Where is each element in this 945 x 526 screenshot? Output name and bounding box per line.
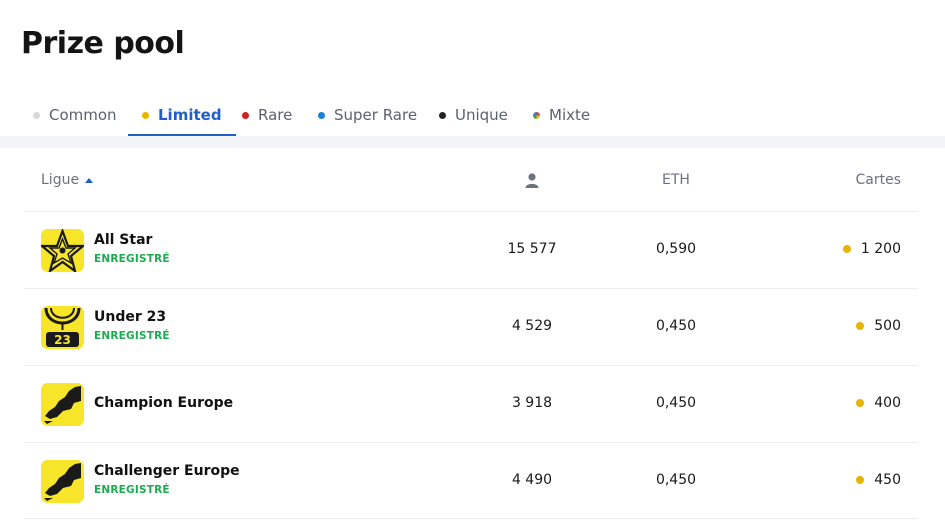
under23-logo-text: 23 xyxy=(54,333,71,347)
user-icon xyxy=(525,172,539,188)
table-row[interactable]: All Star ENREGISTRÉ 15 577 0,590 1 200 xyxy=(24,212,918,289)
prize-pool-table: Ligue ETH Cartes All Star ENREGISTRÉ 15 … xyxy=(24,148,918,519)
common-dot-icon xyxy=(33,111,40,119)
participants-count: 15 577 xyxy=(507,241,557,257)
tab-label: Common xyxy=(49,106,117,124)
users-column-header[interactable] xyxy=(524,148,540,212)
league-header-label: Ligue xyxy=(41,172,80,188)
eth-prize: 0,590 xyxy=(655,241,697,257)
under23-logo-icon: 23 xyxy=(41,306,84,349)
table-header: Ligue ETH Cartes xyxy=(24,148,918,212)
league-column-header[interactable]: Ligue xyxy=(41,148,94,212)
section-divider xyxy=(0,136,945,148)
tab-mixte[interactable]: Mixte xyxy=(533,94,590,136)
cards-count: 450 xyxy=(874,472,901,488)
league-name[interactable]: Champion Europe xyxy=(94,395,233,411)
eth-prize: 0,450 xyxy=(655,395,697,411)
rare-dot-icon xyxy=(242,111,249,119)
cards-count: 400 xyxy=(874,395,901,411)
super-rare-dot-icon xyxy=(318,111,325,119)
tab-label: Super Rare xyxy=(334,106,418,124)
tab-super-rare[interactable]: Super Rare xyxy=(318,94,417,136)
league-name[interactable]: Challenger Europe xyxy=(94,463,240,479)
limited-dot-icon xyxy=(856,322,865,330)
cards-prize: 450 xyxy=(856,472,901,488)
tab-label: Mixte xyxy=(549,106,591,124)
table-row[interactable]: 23 Under 23 ENREGISTRÉ 4 529 0,450 500 xyxy=(24,289,918,366)
league-name[interactable]: Under 23 xyxy=(94,309,166,325)
challenger-europe-logo xyxy=(41,460,84,503)
under-23-logo: 23 xyxy=(41,306,84,349)
page-title: Prize pool xyxy=(21,26,185,61)
registration-status: ENREGISTRÉ xyxy=(94,253,170,265)
eth-prize: 0,450 xyxy=(655,318,697,334)
all-star-logo xyxy=(41,229,84,272)
sort-ascending-icon xyxy=(85,177,94,183)
table-row[interactable]: Challenger Europe ENREGISTRÉ 4 490 0,450… xyxy=(24,443,918,519)
limited-dot-icon xyxy=(842,245,851,253)
tab-label: Unique xyxy=(455,106,508,124)
league-name[interactable]: All Star xyxy=(94,232,152,248)
cards-count: 1 200 xyxy=(860,241,901,257)
cards-count: 500 xyxy=(874,318,901,334)
cards-column-header[interactable]: Cartes xyxy=(855,148,901,212)
eth-column-header[interactable]: ETH xyxy=(654,148,698,212)
europe-map-logo-icon xyxy=(41,383,84,426)
champion-europe-logo xyxy=(41,383,84,426)
limited-dot-icon xyxy=(142,111,149,119)
tab-common[interactable]: Common xyxy=(33,94,117,136)
participants-count: 3 918 xyxy=(511,395,553,411)
mixte-dot-icon xyxy=(533,111,540,119)
registration-status: ENREGISTRÉ xyxy=(94,330,170,342)
table-row[interactable]: Champion Europe 3 918 0,450 400 xyxy=(24,366,918,443)
cards-prize: 500 xyxy=(856,318,901,334)
tab-limited[interactable]: Limited xyxy=(128,94,236,136)
tab-label: Rare xyxy=(258,106,293,124)
prize-pool-page: Prize pool Common Limited Rare Super Rar… xyxy=(0,0,945,526)
limited-dot-icon xyxy=(856,476,865,484)
star-logo-icon xyxy=(41,229,84,272)
cards-prize: 1 200 xyxy=(842,241,901,257)
unique-dot-icon xyxy=(439,111,446,119)
cards-prize: 400 xyxy=(856,395,901,411)
rarity-tabs: Common Limited Rare Super Rare Unique Mi… xyxy=(0,94,945,136)
limited-dot-icon xyxy=(856,399,865,407)
europe-map-logo-icon xyxy=(41,460,84,503)
tab-rare[interactable]: Rare xyxy=(242,94,292,136)
registration-status: ENREGISTRÉ xyxy=(94,484,170,496)
tab-unique[interactable]: Unique xyxy=(439,94,508,136)
participants-count: 4 529 xyxy=(511,318,553,334)
participants-count: 4 490 xyxy=(511,472,553,488)
tab-label: Limited xyxy=(158,106,222,124)
eth-prize: 0,450 xyxy=(655,472,697,488)
